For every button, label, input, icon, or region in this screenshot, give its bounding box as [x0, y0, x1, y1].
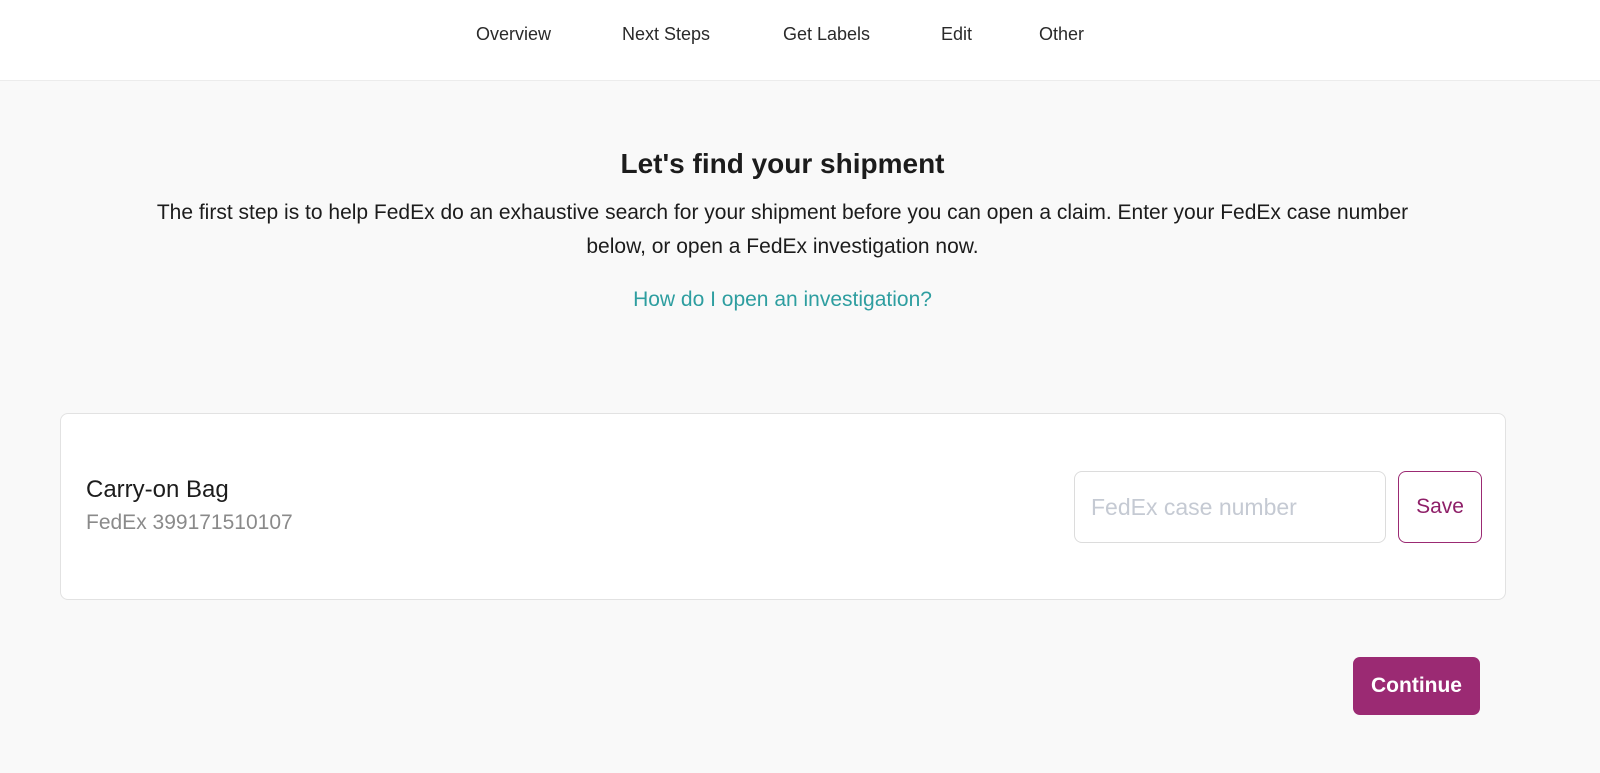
shipment-tracking-number: FedEx 399171510107 [86, 511, 293, 534]
save-button[interactable]: Save [1398, 471, 1482, 543]
page-title: Let's find your shipment [620, 148, 945, 179]
nav-item-overview[interactable]: Overview [476, 24, 551, 45]
open-investigation-help-link[interactable]: How do I open an investigation? [633, 288, 932, 311]
shipment-item-name: Carry-on Bag [86, 476, 229, 503]
top-navigation: Overview Next Steps Get Labels Edit Othe… [0, 0, 1600, 81]
nav-item-get-labels[interactable]: Get Labels [783, 24, 870, 45]
shipment-card: Carry-on Bag FedEx 399171510107 Save [60, 413, 1506, 600]
fedex-case-number-input[interactable] [1074, 471, 1386, 543]
nav-item-edit[interactable]: Edit [941, 24, 972, 45]
nav-item-next-steps[interactable]: Next Steps [622, 24, 710, 45]
nav-item-other[interactable]: Other [1039, 24, 1084, 45]
help-link-container: How do I open an investigation? [0, 288, 1565, 312]
page-description: The first step is to help FedEx do an ex… [156, 201, 1409, 258]
continue-button[interactable]: Continue [1353, 657, 1480, 715]
